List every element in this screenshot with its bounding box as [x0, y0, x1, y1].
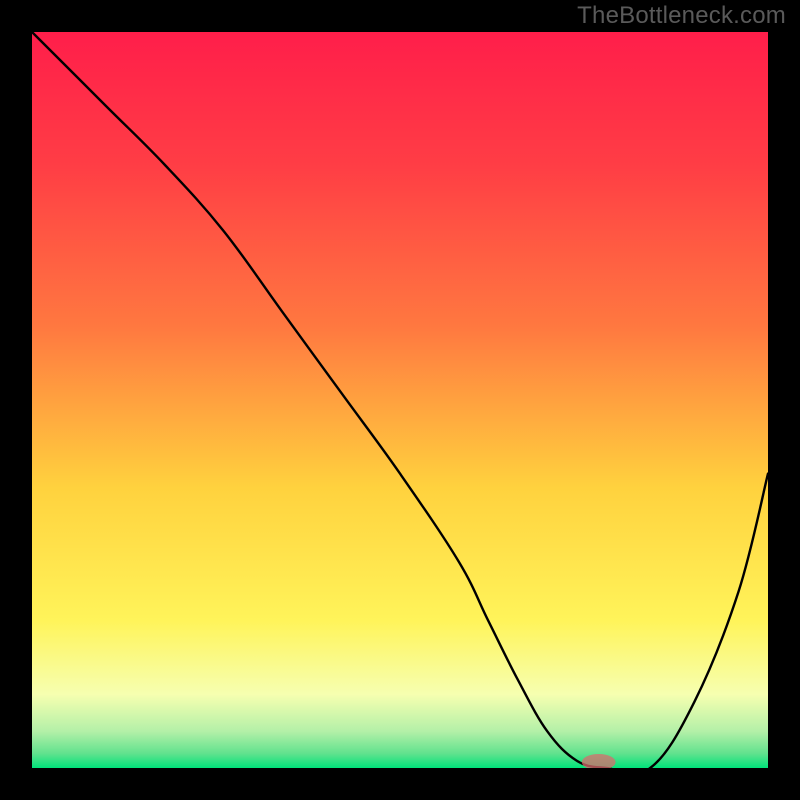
chart-svg	[32, 32, 768, 768]
plot-frame	[32, 32, 768, 768]
chart-stage: TheBottleneck.com	[0, 0, 800, 800]
watermark-text: TheBottleneck.com	[577, 2, 786, 30]
